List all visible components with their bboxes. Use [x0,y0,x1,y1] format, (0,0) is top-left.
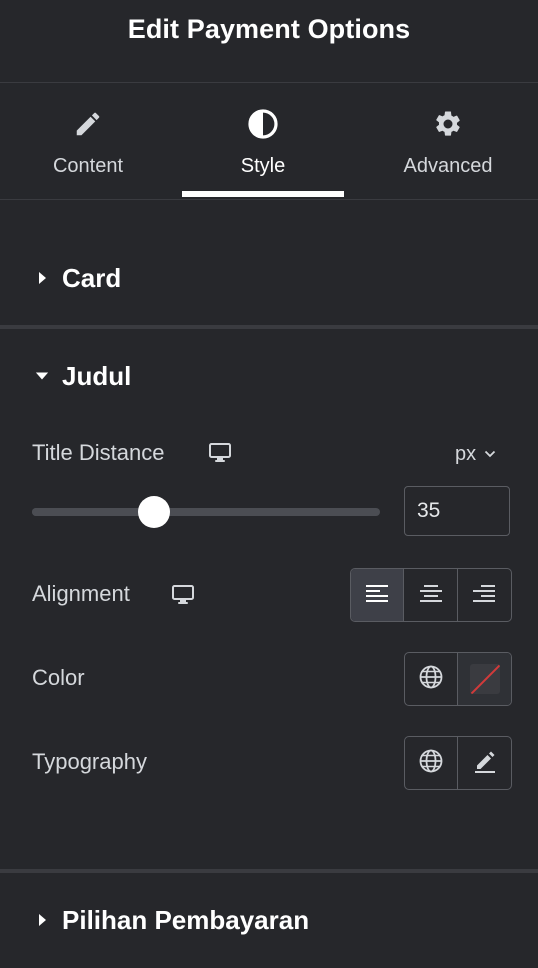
color-swatch [469,664,500,694]
alignment-label: Alignment [32,581,130,606]
align-center-icon [419,583,443,608]
global-typography-button[interactable] [405,737,458,789]
half-circle-icon [246,107,280,141]
section-card-title: Card [62,262,122,293]
active-tab-indicator [182,191,344,197]
color-picker-button[interactable] [458,653,511,705]
tab-advanced-label: Advanced [403,155,493,177]
color-control [404,652,512,706]
globe-icon [418,664,444,695]
desktop-icon[interactable] [208,442,232,464]
section-judul-title: Judul [62,360,132,391]
caret-down-icon [35,369,49,383]
global-color-button[interactable] [405,653,458,705]
chevron-down-icon [484,450,496,458]
title-distance-slider[interactable] [32,508,380,516]
unit-value: px [455,442,477,465]
slider-thumb[interactable] [137,496,170,528]
slider-fill [32,508,154,516]
color-label: Color [32,665,85,690]
unit-select[interactable]: px [455,440,496,468]
panel-header: Edit Payment Options [0,0,538,83]
section-pilihan-header[interactable]: Pilihan Pembayaran [0,892,538,948]
tab-content-label: Content [52,155,124,177]
align-right-button[interactable] [458,569,511,621]
align-right-icon [472,583,496,608]
align-left-button[interactable] [351,569,405,621]
pencil-icon [472,748,498,779]
section-divider [0,869,538,873]
tab-bar: Content Style Advanced [0,83,538,200]
alignment-button-group [350,568,512,622]
typography-control [404,736,512,790]
globe-icon [418,748,444,779]
tab-style-label: Style [240,155,286,177]
section-divider [0,325,538,329]
title-distance-label: Title Distance [32,440,165,465]
section-judul-header[interactable]: Judul [0,348,538,404]
caret-right-icon [35,913,49,927]
tab-advanced[interactable]: Advanced [358,83,538,199]
edit-typography-button[interactable] [458,737,511,789]
align-center-button[interactable] [404,569,458,621]
desktop-icon[interactable] [171,584,195,606]
tab-content[interactable]: Content [0,83,176,199]
section-card-header[interactable]: Card [0,250,538,306]
tab-style[interactable]: Style [182,83,344,199]
no-color-slash [469,664,500,694]
align-left-icon [365,583,389,608]
panel-title: Edit Payment Options [127,13,411,44]
title-distance-input[interactable] [404,486,510,536]
pencil-icon [71,107,105,141]
typography-label: Typography [32,749,147,774]
section-pilihan-title: Pilihan Pembayaran [62,904,310,935]
gear-icon [431,107,465,141]
caret-right-icon [35,271,49,285]
